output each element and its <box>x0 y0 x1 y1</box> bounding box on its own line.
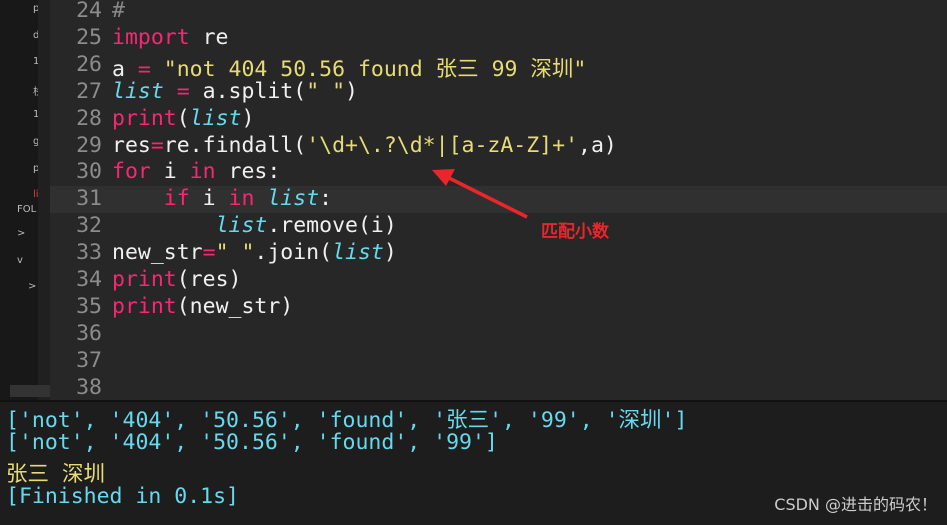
annotation-label: 匹配小数 <box>541 222 609 242</box>
annotation-arrow <box>432 169 528 219</box>
watermark: CSDN @进击的码农！ <box>774 495 937 514</box>
output-line: ['not', '404', '50.56', 'found', '99'] <box>6 430 498 455</box>
output-line: [Finished in 0.1s] <box>6 484 239 509</box>
